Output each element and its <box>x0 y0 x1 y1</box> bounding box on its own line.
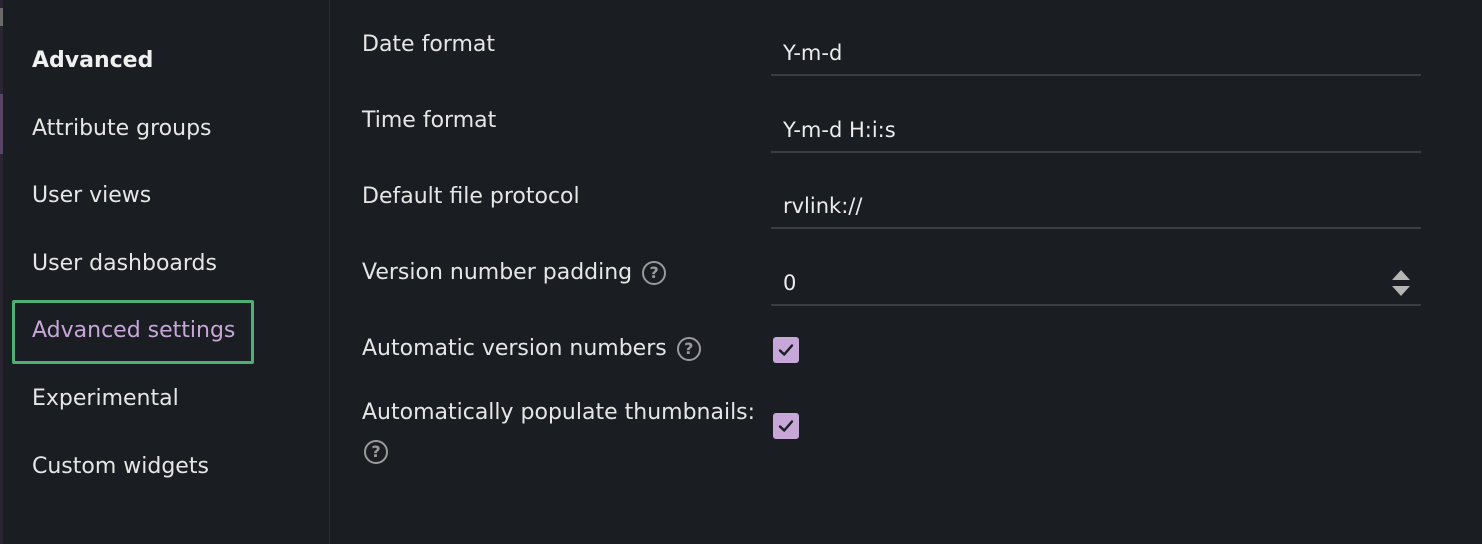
app-window: Advanced Attribute groups User views Use… <box>0 0 1482 544</box>
time-format-label: Time format <box>362 108 497 133</box>
date-format-label: Date format <box>362 32 495 57</box>
version-number-padding-input[interactable] <box>783 264 1373 302</box>
date-format-field <box>771 30 1421 76</box>
automatic-version-numbers-label: Automatic version numbers <box>362 336 667 361</box>
version-number-padding-row: Version number padding? <box>362 260 667 285</box>
automatic-version-numbers-checkbox[interactable] <box>773 337 799 363</box>
settings-form: Date format Time format Default file pro… <box>330 0 1482 544</box>
checkmark-icon <box>778 420 794 432</box>
up-down-arrows-icon[interactable] <box>1391 270 1411 298</box>
sidebar: Advanced Attribute groups User views Use… <box>0 0 330 544</box>
default-file-protocol-field <box>771 183 1421 229</box>
time-format-field <box>771 107 1421 153</box>
checkmark-icon <box>778 344 794 356</box>
version-number-padding-field <box>771 260 1421 306</box>
sidebar-item-user-views[interactable]: User views <box>32 183 151 208</box>
sidebar-item-user-dashboards[interactable]: User dashboards <box>32 251 217 276</box>
automatically-populate-thumbnails-label: Automatically populate thumbnails: <box>362 400 756 425</box>
sidebar-heading: Advanced <box>32 48 154 73</box>
sidebar-item-advanced-settings[interactable]: Advanced settings <box>32 318 235 343</box>
question-circle-icon[interactable]: ? <box>676 337 701 361</box>
default-file-protocol-label: Default file protocol <box>362 184 580 209</box>
sidebar-item-experimental[interactable]: Experimental <box>32 386 179 411</box>
date-format-input[interactable] <box>783 34 1373 72</box>
question-circle-icon[interactable]: ? <box>364 440 388 464</box>
automatically-populate-thumbnails-checkbox[interactable] <box>773 413 799 439</box>
sidebar-item-attribute-groups[interactable]: Attribute groups <box>32 116 212 141</box>
decrement-arrow[interactable] <box>1392 286 1410 296</box>
version-number-padding-label: Version number padding <box>362 260 633 285</box>
increment-arrow[interactable] <box>1392 270 1410 280</box>
sidebar-item-custom-widgets[interactable]: Custom widgets <box>32 454 209 479</box>
time-format-input[interactable] <box>783 111 1373 149</box>
default-file-protocol-input[interactable] <box>783 187 1373 225</box>
automatic-version-numbers-row: Automatic version numbers? <box>362 336 701 361</box>
question-circle-icon[interactable]: ? <box>642 261 667 285</box>
